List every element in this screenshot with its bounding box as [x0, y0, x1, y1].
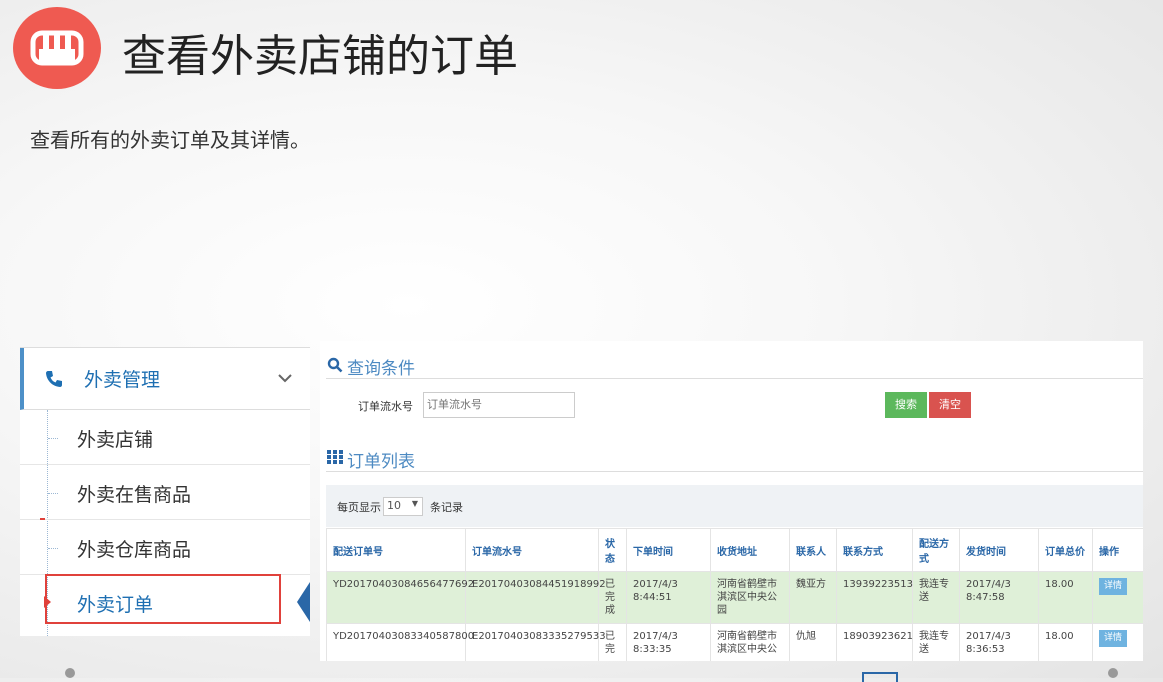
tree-branch [48, 438, 58, 439]
tree-branch [48, 548, 58, 549]
col-header[interactable]: 发货时间 [959, 528, 1039, 572]
list-section-title: 订单列表 [347, 452, 415, 472]
col-header[interactable]: 状态 [598, 528, 627, 572]
restaurant-icon [30, 30, 84, 66]
query-section-title: 查询条件 [347, 359, 415, 379]
sidebar-item-warehouse-goods[interactable]: 外卖仓库商品 [20, 521, 310, 575]
tree-branch [48, 493, 58, 494]
sidebar-item-label: 外卖店铺 [77, 429, 154, 451]
per-page-suffix: 条记录 [430, 501, 463, 514]
col-header[interactable]: 收货地址 [710, 528, 790, 572]
active-pointer-icon [297, 582, 310, 622]
table-row[interactable]: YD20170403084656477692 E2017040308445191… [326, 571, 1143, 624]
sidebar: 外卖管理 外卖店铺 外卖在售商品 外卖仓库商品 外卖订单 [20, 347, 310, 636]
cell-serial: E20170403083335279533 [465, 623, 606, 661]
search-button[interactable]: 搜索 [885, 392, 927, 418]
decor-dot [65, 668, 75, 678]
col-header: 操作 [1092, 528, 1143, 572]
per-page-select[interactable]: 10 ▼ [383, 497, 423, 516]
cell-phone: 13939223513 [836, 571, 913, 624]
cell-ship-time: 2017/4/3 8:36:53 [959, 623, 1039, 661]
detail-button[interactable]: 详情 [1099, 578, 1128, 595]
cell-address: 河南省鹤壁市淇滨区中央公 [710, 623, 790, 661]
per-page-prefix: 每页显示 [337, 501, 381, 514]
search-icon [327, 357, 343, 373]
sidebar-group-label: 外卖管理 [84, 369, 161, 391]
cell-contact: 魏亚方 [789, 571, 837, 624]
col-header[interactable]: 订单总价 [1038, 528, 1093, 572]
cell-total: 18.00 [1038, 623, 1093, 661]
grid-icon [327, 450, 343, 464]
page-title: 查看外卖店铺的订单 [122, 31, 518, 82]
sidebar-group-header[interactable]: 外卖管理 [20, 348, 310, 410]
sidebar-item-stores[interactable]: 外卖店铺 [20, 411, 310, 465]
detail-button[interactable]: 详情 [1099, 630, 1128, 647]
cell-action: 详情 [1092, 623, 1143, 661]
divider [326, 471, 1143, 472]
col-header[interactable]: 订单流水号 [465, 528, 599, 572]
list-toolbar: 每页显示 10 ▼ 条记录 [326, 485, 1143, 527]
divider [326, 378, 1143, 379]
cell-delivery-no: YD20170403083340587800 [326, 623, 474, 661]
cell-action: 详情 [1092, 571, 1143, 624]
cell-contact: 仇旭 [789, 623, 837, 661]
pager-edge [862, 672, 898, 682]
logo [13, 7, 101, 89]
col-header[interactable]: 下单时间 [626, 528, 711, 572]
chevron-down-icon[interactable] [277, 373, 293, 383]
cell-method: 我连专送 [912, 623, 960, 661]
col-header[interactable]: 配送订单号 [326, 528, 466, 572]
per-page-value: 10 [387, 499, 401, 512]
cell-method: 我连专送 [912, 571, 960, 624]
decor-dot [1108, 668, 1118, 678]
cell-order-time: 2017/4/3 8:33:35 [626, 623, 711, 661]
dropdown-arrow-icon: ▼ [411, 499, 418, 508]
page-subtitle: 查看所有的外卖订单及其详情。 [30, 128, 310, 152]
cell-serial: E20170403084451918992 [465, 571, 606, 624]
col-header[interactable]: 联系人 [789, 528, 837, 572]
sidebar-item-on-sale-goods[interactable]: 外卖在售商品 [20, 466, 310, 520]
table-row[interactable]: YD20170403083340587800 E2017040308333527… [326, 623, 1143, 661]
cell-delivery-no: YD20170403084656477692 [326, 571, 474, 624]
sidebar-item-label: 外卖仓库商品 [77, 539, 192, 561]
table-header-row: 配送订单号 订单流水号 状态 下单时间 收货地址 联系人 联系方式 配送方式 发… [326, 528, 1143, 572]
cell-address: 河南省鹤壁市淇滨区中央公园 [710, 571, 790, 624]
col-header[interactable]: 联系方式 [836, 528, 913, 572]
cell-total: 18.00 [1038, 571, 1093, 624]
highlight-box [45, 574, 281, 624]
main-panel: 查询条件 订单流水号 搜索 清空 订单列表 每页显示 10 ▼ 条记录 配送订单… [320, 341, 1143, 661]
col-header[interactable]: 配送方式 [912, 528, 960, 572]
orders-table: 配送订单号 订单流水号 状态 下单时间 收货地址 联系人 联系方式 配送方式 发… [326, 528, 1143, 661]
cell-order-time: 2017/4/3 8:44:51 [626, 571, 711, 624]
phone-icon [46, 371, 62, 387]
cell-ship-time: 2017/4/3 8:47:58 [959, 571, 1039, 624]
cell-phone: 18903923621 [836, 623, 913, 661]
sidebar-item-label: 外卖在售商品 [77, 484, 192, 506]
marker [40, 518, 45, 520]
serial-input[interactable] [423, 392, 575, 418]
clear-button[interactable]: 清空 [929, 392, 971, 418]
serial-label: 订单流水号 [358, 400, 413, 413]
